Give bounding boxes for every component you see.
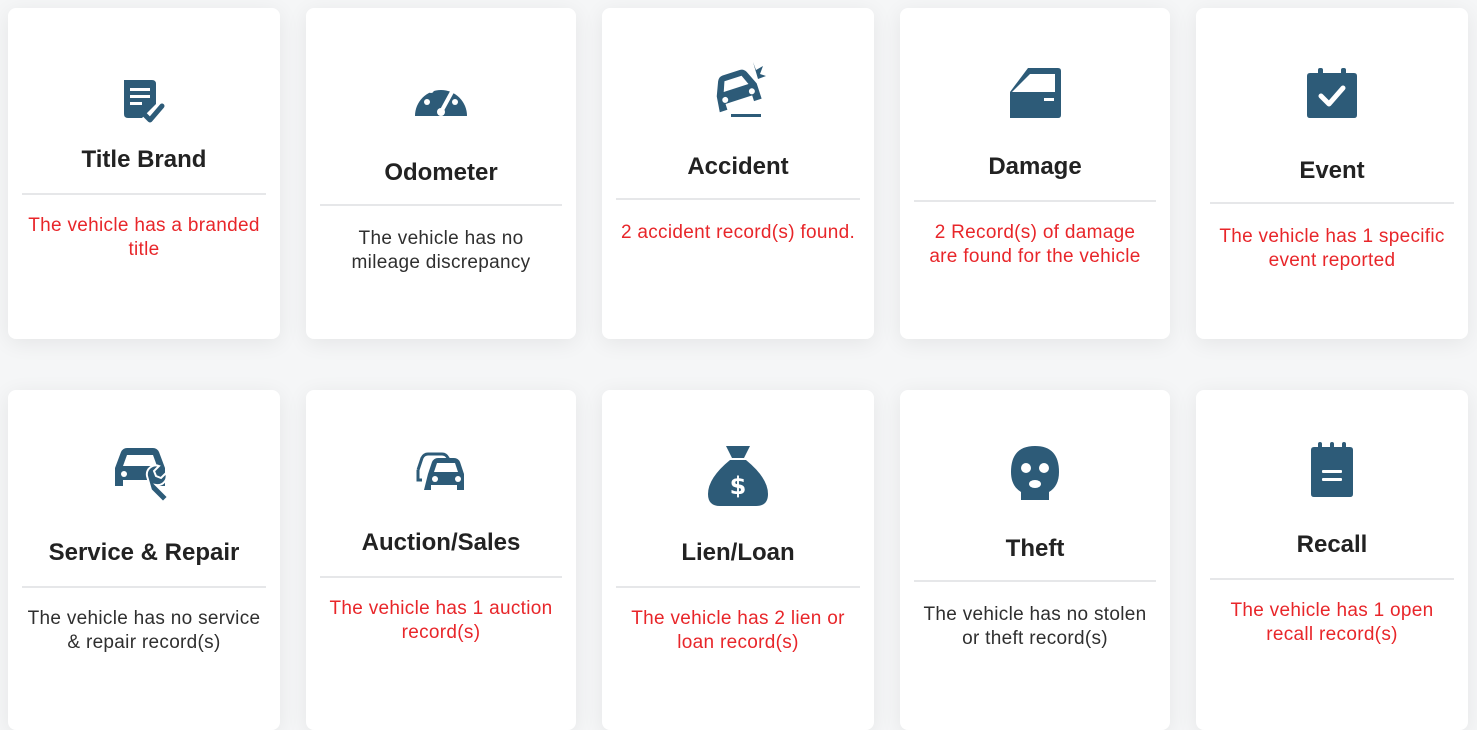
card-title: Odometer [384,159,498,186]
card-title: Damage [988,153,1082,180]
card-title: Recall [1296,531,1368,558]
notepad-icon [1302,438,1362,498]
svg-text:$: $ [730,472,747,500]
car-crash-icon [708,58,768,118]
card-divider [914,200,1156,202]
thief-mask-icon [1005,442,1065,502]
card-title: Event [1299,157,1365,184]
card-service-repair[interactable]: Service & Repair The vehicle has no serv… [8,390,280,730]
cars-icon [411,434,471,494]
card-odometer[interactable]: Odometer The vehicle has no mileage disc… [306,8,576,339]
card-divider [616,198,860,200]
car-wrench-icon [112,438,176,502]
card-divider [320,576,562,578]
card-divider [1210,578,1454,580]
card-divider [22,193,266,195]
card-description: The vehicle has 1 auction record(s) [329,598,553,643]
card-title: Auction/Sales [361,529,521,556]
money-bag-icon: $ [705,442,771,508]
card-divider [616,586,860,588]
card-damage[interactable]: Damage 2 Record(s) of damage are found f… [900,8,1170,339]
card-title-brand[interactable]: Title Brand The vehicle has a branded ti… [8,8,280,339]
card-description: 2 Record(s) of damage are found for the … [929,222,1141,267]
card-divider [22,586,266,588]
card-lien-loan[interactable]: $ Lien/Loan The vehicle has 2 lien or lo… [602,390,874,730]
card-divider [914,580,1156,582]
card-description: The vehicle has no stolen or theft recor… [923,604,1147,649]
card-description: The vehicle has no service & repair reco… [27,608,261,653]
car-door-icon [1005,58,1065,118]
card-divider [320,204,562,206]
speedometer-icon [411,58,471,118]
card-title: Service & Repair [48,539,240,566]
card-theft[interactable]: Theft The vehicle has no stolen or theft… [900,390,1170,730]
card-title: Lien/Loan [681,539,795,566]
card-event[interactable]: Event The vehicle has 1 specific event r… [1196,8,1468,339]
card-title: Accident [687,153,789,180]
card-title: Title Brand [81,146,207,173]
card-description: The vehicle has a branded title [28,215,260,260]
document-check-icon [114,64,174,124]
card-title: Theft [1005,535,1065,562]
card-auction-sales[interactable]: Auction/Sales The vehicle has 1 auction … [306,390,576,730]
card-description: 2 accident record(s) found. [620,222,856,243]
card-description: The vehicle has 1 open recall record(s) [1230,600,1434,645]
card-description: The vehicle has 2 lien or loan record(s) [631,608,845,653]
card-description: The vehicle has 1 specific event reporte… [1219,226,1445,271]
card-description: The vehicle has no mileage discrepancy [351,228,531,273]
calendar-check-icon [1302,58,1362,118]
card-recall[interactable]: Recall The vehicle has 1 open recall rec… [1196,390,1468,730]
card-accident[interactable]: Accident 2 accident record(s) found. [602,8,874,339]
card-divider [1210,202,1454,204]
